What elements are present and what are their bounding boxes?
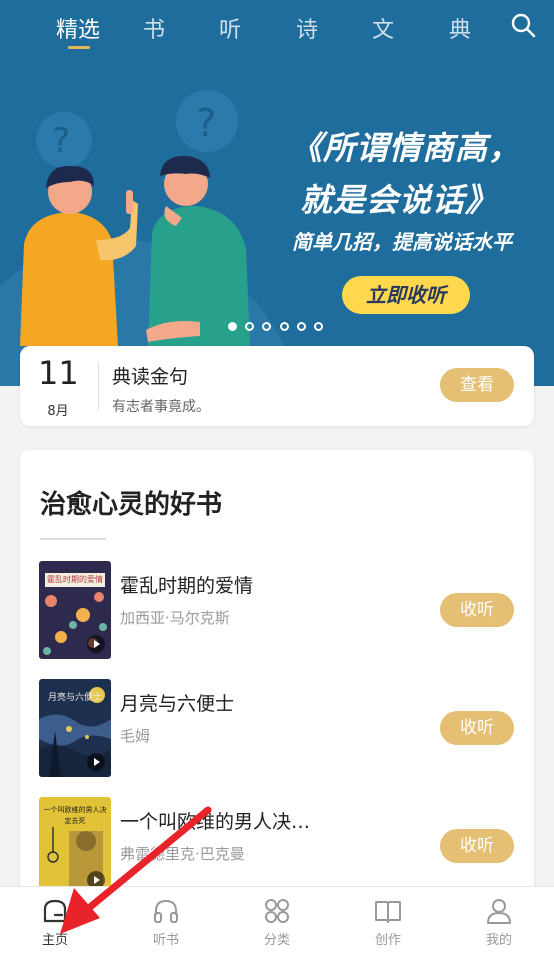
- carousel-dot[interactable]: [314, 322, 323, 331]
- play-icon[interactable]: [87, 753, 105, 771]
- quote-month: 8月: [47, 404, 69, 419]
- banner-title: 《所谓情商高， 就是会说话》: [290, 122, 538, 226]
- listen-button[interactable]: 收听: [440, 829, 514, 863]
- user-icon: [487, 899, 511, 924]
- carousel-dots: [228, 322, 328, 334]
- tab-poems[interactable]: 诗: [296, 12, 318, 44]
- tab-classics[interactable]: 典: [449, 12, 471, 44]
- book-author: 弗雷德里克·巴克曼: [120, 845, 245, 863]
- svg-text:?: ?: [196, 101, 216, 145]
- book-cover[interactable]: 霍乱时期的爱情: [39, 561, 111, 659]
- nav-label: 创作: [374, 933, 401, 948]
- list-item[interactable]: 霍乱时期的爱情 霍乱时期的爱情 加西亚·马尔克斯 收听: [20, 561, 534, 661]
- book-author: 加西亚·马尔克斯: [120, 609, 230, 627]
- daily-quote-card: 11 8月 典读金句 有志者事竟成。 查看: [20, 346, 534, 426]
- book-title[interactable]: 霍乱时期的爱情: [120, 571, 253, 598]
- carousel-dot[interactable]: [262, 322, 271, 331]
- nav-categories[interactable]: 分类: [222, 887, 332, 955]
- quote-day: 11: [38, 354, 79, 392]
- book-list-card: 治愈心灵的好书 霍乱时期的爱情 霍乱时期的爱情 加西亚·马尔克斯 收听 月亮与六…: [20, 450, 534, 910]
- grid-icon: [265, 899, 289, 923]
- home-icon: [43, 899, 67, 923]
- nav-label: 分类: [263, 933, 290, 948]
- book-cover[interactable]: 月亮与六便士: [39, 679, 111, 777]
- active-tab-indicator: [68, 46, 90, 49]
- tab-essays[interactable]: 文: [372, 12, 394, 44]
- banner-subtitle: 简单几招，提高说话水平: [292, 230, 512, 254]
- nav-profile[interactable]: 我的: [444, 887, 554, 955]
- view-button[interactable]: 查看: [440, 368, 514, 402]
- book-title[interactable]: 一个叫欧维的男人决…: [120, 807, 310, 834]
- listen-button[interactable]: 收听: [440, 593, 514, 627]
- nav-home[interactable]: 主页: [0, 887, 110, 955]
- quote-title: 典读金句: [112, 366, 189, 388]
- cover-title: 霍乱时期的爱情: [45, 573, 105, 587]
- nav-create[interactable]: 创作: [333, 887, 443, 955]
- play-icon[interactable]: [87, 635, 105, 653]
- section-title: 治愈心灵的好书: [40, 490, 223, 520]
- banner-title-line1: 《所谓情商高，: [290, 129, 522, 167]
- tab-books[interactable]: 书: [143, 12, 165, 44]
- svg-text:?: ?: [52, 121, 70, 161]
- search-icon[interactable]: [510, 12, 536, 38]
- banner-title-line2: 就是会说话》: [300, 181, 499, 219]
- nav-label: 听书: [152, 933, 179, 948]
- hero-banner[interactable]: ? ? 精选 书 听 诗 文 典 《所谓情商高， 就是会说话》 简单几招，提高说…: [0, 0, 554, 386]
- tab-featured[interactable]: 精选: [56, 12, 100, 44]
- carousel-dot[interactable]: [228, 322, 237, 331]
- tab-listen[interactable]: 听: [219, 12, 241, 44]
- book-cover[interactable]: 一个叫欧维的男人决定去死: [39, 797, 111, 895]
- cover-title: 一个叫欧维的男人决定去死: [43, 806, 107, 825]
- nav-audiobooks[interactable]: 听书: [111, 887, 221, 955]
- book-title[interactable]: 月亮与六便士: [120, 689, 234, 716]
- bottom-navigation: 主页 听书 分类 创作 我的: [0, 886, 554, 955]
- book-icon: [375, 901, 401, 923]
- list-item[interactable]: 一个叫欧维的男人决定去死 一个叫欧维的男人决… 弗雷德里克·巴克曼 收听: [20, 797, 534, 897]
- carousel-dot[interactable]: [245, 322, 254, 331]
- listen-now-button[interactable]: 立即收听: [342, 276, 470, 314]
- listen-button[interactable]: 收听: [440, 711, 514, 745]
- section-title-rule: [40, 538, 106, 540]
- carousel-dot[interactable]: [280, 322, 289, 331]
- list-item[interactable]: 月亮与六便士 月亮与六便士 毛姆 收听: [20, 679, 534, 779]
- cover-title: 月亮与六便士: [47, 693, 102, 703]
- headphones-icon: [154, 899, 178, 923]
- nav-label: 主页: [41, 933, 68, 948]
- book-author: 毛姆: [120, 727, 151, 745]
- carousel-dot[interactable]: [297, 322, 306, 331]
- top-tabs: 精选 书 听 诗 文 典: [0, 0, 554, 52]
- divider: [98, 362, 99, 410]
- nav-label: 我的: [485, 933, 512, 948]
- quote-text: 有志者事竟成。: [112, 399, 210, 415]
